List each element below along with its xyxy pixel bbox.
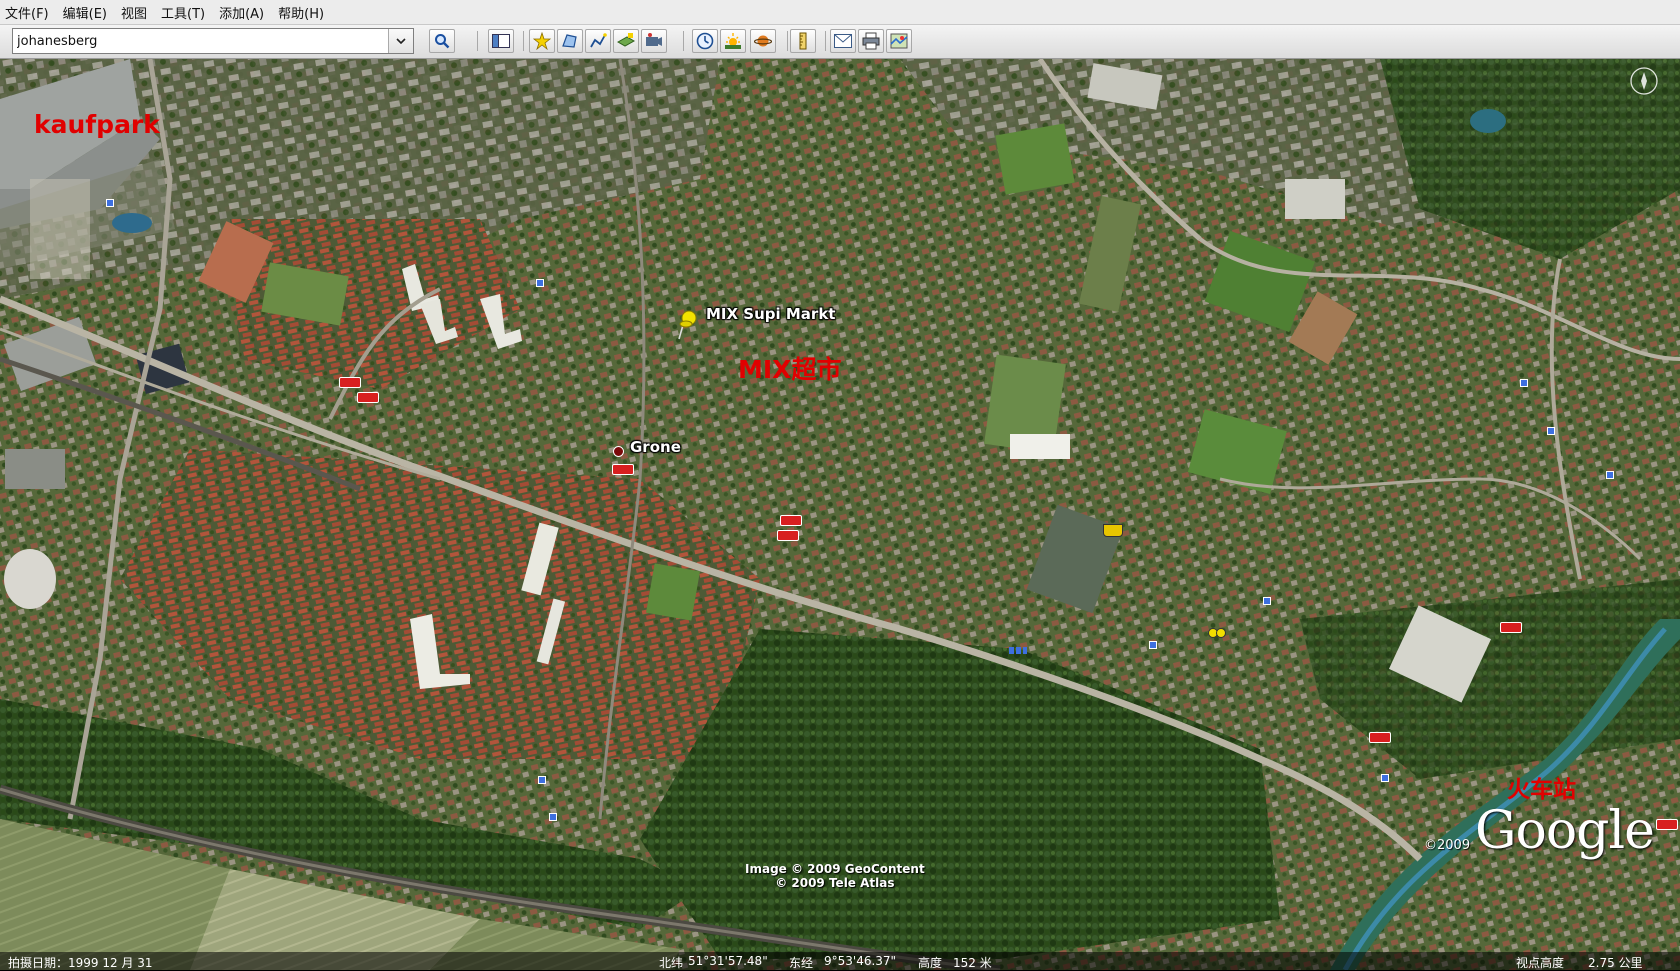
chevron-down-icon: [396, 38, 406, 44]
copyright-line-2: © 2009 Tele Atlas: [775, 876, 895, 890]
placemark-label-mix-supi-markt[interactable]: MIX Supi Markt: [706, 305, 835, 323]
altitude-label: 高度: [918, 956, 943, 970]
sunlight-icon: [725, 33, 741, 49]
record-tour-button[interactable]: [641, 29, 667, 53]
info-marker[interactable]: [538, 776, 546, 784]
toolbar-separator: [523, 31, 524, 51]
polygon-icon: [562, 34, 577, 48]
lodging-icon[interactable]: [1500, 622, 1522, 633]
ruler-button[interactable]: [790, 29, 816, 53]
info-marker[interactable]: [106, 199, 114, 207]
sidebar-button[interactable]: [488, 29, 514, 53]
annotation-kaufpark: kaufpark: [34, 110, 160, 139]
search-input[interactable]: [13, 29, 389, 53]
image-overlay-icon: [617, 33, 635, 47]
menu-tools[interactable]: 工具(T): [154, 3, 212, 22]
latitude-label: 北纬: [659, 956, 684, 970]
altitude-value: 152 米: [953, 956, 992, 970]
toolbar-separator: [787, 31, 788, 51]
record-tour-icon: [646, 33, 662, 46]
search-box: [12, 28, 414, 54]
add-image-overlay-button[interactable]: [613, 29, 639, 53]
historical-imagery-button[interactable]: [692, 29, 718, 53]
lodging-icon[interactable]: [1369, 732, 1391, 743]
longitude-value: 9°53'46.37": [824, 954, 897, 968]
lodging-icon[interactable]: [780, 515, 802, 526]
add-placemark-button[interactable]: [529, 29, 555, 53]
annotation-train-station: 火车站: [1507, 777, 1576, 803]
eye-altitude-label: 视点高度: [1516, 956, 1565, 970]
info-marker[interactable]: [549, 813, 557, 821]
eye-altitude-value: 2.75 公里: [1588, 956, 1643, 970]
add-polygon-button[interactable]: [557, 29, 583, 53]
lodging-icon[interactable]: [1656, 819, 1678, 830]
menu-bar: 文件(F) 编辑(E) 视图 工具(T) 添加(A) 帮助(H): [0, 0, 1680, 25]
search-button[interactable]: [429, 29, 455, 53]
print-icon: [862, 32, 880, 50]
longitude-label: 东经: [789, 956, 814, 970]
info-marker[interactable]: [1149, 641, 1157, 649]
google-logo: Google: [1475, 801, 1655, 861]
sidebar-icon: [492, 34, 510, 48]
menu-view[interactable]: 视图: [114, 3, 154, 22]
toolbar-separator: [477, 31, 478, 51]
satellite-imagery: [0, 59, 1680, 970]
status-bar: 拍摄日期：1999 12 月 31 北纬 51°31'57.48" 东经 9°5…: [0, 952, 1680, 970]
placemark-icon: [533, 32, 551, 50]
imagery-copyright: Image © 2009 GeoContent © 2009 Tele Atla…: [745, 862, 925, 890]
imagery-date: 拍摄日期：1999 12 月 31: [8, 956, 153, 970]
add-path-button[interactable]: [585, 29, 611, 53]
place-label-grone[interactable]: Grone: [630, 438, 681, 456]
binoculars-icon[interactable]: [1208, 624, 1226, 638]
historical-imagery-icon: [696, 32, 714, 50]
info-marker[interactable]: [1009, 647, 1027, 654]
path-icon: [590, 33, 607, 48]
switch-planets-button[interactable]: [750, 29, 776, 53]
search-history-dropdown[interactable]: [388, 29, 413, 53]
lodging-icon[interactable]: [357, 392, 379, 403]
lodging-icon[interactable]: [612, 464, 634, 475]
info-marker[interactable]: [536, 279, 544, 287]
latitude-value: 51°31'57.48": [688, 954, 768, 968]
ruler-icon: [799, 32, 807, 50]
lodging-icon[interactable]: [777, 530, 799, 541]
view-in-maps-icon: [890, 33, 908, 49]
toolbar-separator: [683, 31, 684, 51]
pushpin-icon[interactable]: [676, 309, 702, 345]
info-marker[interactable]: [1381, 774, 1389, 782]
sunlight-button[interactable]: [720, 29, 746, 53]
annotation-mix-supermarket: MIX超市: [738, 355, 842, 384]
place-dot-icon[interactable]: [613, 446, 624, 457]
search-icon: [435, 34, 450, 49]
email-button[interactable]: [830, 29, 856, 53]
info-marker[interactable]: [1520, 379, 1528, 387]
menu-add[interactable]: 添加(A): [212, 3, 271, 22]
info-marker[interactable]: [1547, 427, 1555, 435]
info-marker[interactable]: [1263, 597, 1271, 605]
print-button[interactable]: [858, 29, 884, 53]
menu-file[interactable]: 文件(F): [0, 3, 56, 22]
lodging-icon[interactable]: [339, 377, 361, 388]
menu-help[interactable]: 帮助(H): [271, 3, 331, 22]
toolbar-separator: [825, 31, 826, 51]
email-icon: [834, 34, 852, 48]
info-marker[interactable]: [1606, 471, 1614, 479]
planets-icon: [754, 35, 772, 47]
view-in-google-maps-button[interactable]: [886, 29, 912, 53]
copyright-line-1: Image © 2009 GeoContent: [745, 862, 925, 876]
toolbar: [0, 25, 1680, 59]
shopping-icon[interactable]: [1103, 524, 1123, 537]
menu-edit[interactable]: 编辑(E): [56, 3, 114, 22]
google-copyright: ©2009: [1424, 838, 1471, 853]
map-view[interactable]: MIX Supi Markt Grone kaufpark MIX超市 火车站 …: [0, 59, 1680, 970]
